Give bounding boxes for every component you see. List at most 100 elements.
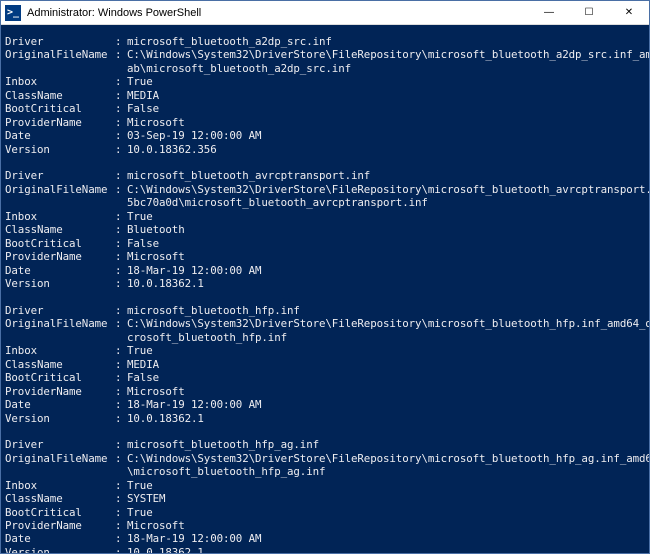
field-value: Microsoft bbox=[127, 519, 645, 532]
output-row: Version: 10.0.18362.1 bbox=[5, 546, 645, 553]
field-value: 10.0.18362.1 bbox=[127, 412, 645, 425]
maximize-button[interactable]: ☐ bbox=[569, 1, 609, 25]
output-row: Version: 10.0.18362.1 bbox=[5, 277, 645, 290]
field-key: Driver bbox=[5, 438, 115, 451]
field-value: 03-Sep-19 12:00:00 AM bbox=[127, 129, 645, 142]
output-row: Inbox: True bbox=[5, 210, 645, 223]
output-row: BootCritical: False bbox=[5, 102, 645, 115]
field-key: Date bbox=[5, 264, 115, 277]
field-key: ProviderName bbox=[5, 250, 115, 263]
field-key: Version bbox=[5, 277, 115, 290]
field-value: 10.0.18362.356 bbox=[127, 143, 645, 156]
output-row: ProviderName: Microsoft bbox=[5, 519, 645, 532]
field-key: BootCritical bbox=[5, 237, 115, 250]
field-key: BootCritical bbox=[5, 102, 115, 115]
output-row: OriginalFileName: C:\Windows\System32\Dr… bbox=[5, 452, 645, 465]
output-row: Driver: microsoft_bluetooth_avrcptranspo… bbox=[5, 169, 645, 182]
field-value: 18-Mar-19 12:00:00 AM bbox=[127, 264, 645, 277]
field-value: microsoft_bluetooth_hfp.inf bbox=[127, 304, 645, 317]
field-value: C:\Windows\System32\DriverStore\FileRepo… bbox=[127, 317, 649, 330]
output-row: OriginalFileName: C:\Windows\System32\Dr… bbox=[5, 317, 645, 330]
output-row: Date: 18-Mar-19 12:00:00 AM bbox=[5, 398, 645, 411]
field-key: ClassName bbox=[5, 89, 115, 102]
output-row: ProviderName: Microsoft bbox=[5, 250, 645, 263]
field-key: Inbox bbox=[5, 344, 115, 357]
field-value: 18-Mar-19 12:00:00 AM bbox=[127, 398, 645, 411]
output-continuation: 5bc70a0d\microsoft_bluetooth_avrcptransp… bbox=[5, 196, 645, 209]
driver-entry: Driver: microsoft_bluetooth_hfp_ag.infOr… bbox=[5, 438, 645, 553]
field-value: microsoft_bluetooth_hfp_ag.inf bbox=[127, 438, 645, 451]
driver-entry: Driver: microsoft_bluetooth_avrcptranspo… bbox=[5, 169, 645, 290]
output-row: Driver: microsoft_bluetooth_a2dp_src.inf bbox=[5, 35, 645, 48]
field-key: Inbox bbox=[5, 479, 115, 492]
field-value: SYSTEM bbox=[127, 492, 645, 505]
field-value: 10.0.18362.1 bbox=[127, 546, 645, 553]
field-value: Microsoft bbox=[127, 250, 645, 263]
powershell-window: >_ Administrator: Windows PowerShell — ☐… bbox=[0, 0, 650, 554]
titlebar[interactable]: >_ Administrator: Windows PowerShell — ☐… bbox=[1, 1, 649, 25]
field-key: ClassName bbox=[5, 223, 115, 236]
output-row: Date: 18-Mar-19 12:00:00 AM bbox=[5, 532, 645, 545]
field-key: BootCritical bbox=[5, 506, 115, 519]
field-key: OriginalFileName bbox=[5, 48, 115, 61]
output-row: Inbox: True bbox=[5, 344, 645, 357]
output-row: OriginalFileName: C:\Windows\System32\Dr… bbox=[5, 183, 645, 196]
field-key: ProviderName bbox=[5, 385, 115, 398]
output-continuation: \microsoft_bluetooth_hfp_ag.inf bbox=[5, 465, 645, 478]
field-value: False bbox=[127, 237, 645, 250]
output-row: ProviderName: Microsoft bbox=[5, 385, 645, 398]
field-value: 10.0.18362.1 bbox=[127, 277, 645, 290]
field-value: C:\Windows\System32\DriverStore\FileRepo… bbox=[127, 183, 649, 196]
output-row: BootCritical: True bbox=[5, 506, 645, 519]
output-row: Driver: microsoft_bluetooth_hfp.inf bbox=[5, 304, 645, 317]
output-row: ClassName: Bluetooth bbox=[5, 223, 645, 236]
output-continuation: crosoft_bluetooth_hfp.inf bbox=[5, 331, 645, 344]
field-value: True bbox=[127, 344, 645, 357]
field-value: False bbox=[127, 371, 645, 384]
output-row: Date: 03-Sep-19 12:00:00 AM bbox=[5, 129, 645, 142]
field-key: BootCritical bbox=[5, 371, 115, 384]
output-row: BootCritical: False bbox=[5, 371, 645, 384]
field-value: microsoft_bluetooth_avrcptransport.inf bbox=[127, 169, 645, 182]
field-value: C:\Windows\System32\DriverStore\FileRepo… bbox=[127, 48, 649, 61]
window-title: Administrator: Windows PowerShell bbox=[27, 7, 529, 19]
field-key: ProviderName bbox=[5, 116, 115, 129]
field-key: OriginalFileName bbox=[5, 452, 115, 465]
driver-entry: Driver: microsoft_bluetooth_a2dp_src.inf… bbox=[5, 35, 645, 156]
field-value: Microsoft bbox=[127, 385, 645, 398]
field-key: Driver bbox=[5, 169, 115, 182]
field-key: OriginalFileName bbox=[5, 183, 115, 196]
driver-entry: Driver: microsoft_bluetooth_hfp.infOrigi… bbox=[5, 304, 645, 425]
field-value: True bbox=[127, 210, 645, 223]
output-row: Version: 10.0.18362.1 bbox=[5, 412, 645, 425]
output-row: Driver: microsoft_bluetooth_hfp_ag.inf bbox=[5, 438, 645, 451]
output-row: ClassName: SYSTEM bbox=[5, 492, 645, 505]
output-row: OriginalFileName: C:\Windows\System32\Dr… bbox=[5, 48, 645, 61]
powershell-icon: >_ bbox=[5, 5, 21, 21]
field-value: True bbox=[127, 75, 645, 88]
field-key: Date bbox=[5, 532, 115, 545]
console-output[interactable]: Driver: microsoft_bluetooth_a2dp_src.inf… bbox=[1, 25, 649, 553]
output-continuation: ab\microsoft_bluetooth_a2dp_src.inf bbox=[5, 62, 645, 75]
field-value: C:\Windows\System32\DriverStore\FileRepo… bbox=[127, 452, 649, 465]
field-key: ProviderName bbox=[5, 519, 115, 532]
field-key: ClassName bbox=[5, 492, 115, 505]
field-key: Version bbox=[5, 412, 115, 425]
close-button[interactable]: ✕ bbox=[609, 1, 649, 25]
output-row: ProviderName: Microsoft bbox=[5, 116, 645, 129]
field-value: True bbox=[127, 506, 645, 519]
field-key: OriginalFileName bbox=[5, 317, 115, 330]
field-key: Driver bbox=[5, 35, 115, 48]
field-key: Inbox bbox=[5, 210, 115, 223]
field-value: MEDIA bbox=[127, 89, 645, 102]
output-row: Version: 10.0.18362.356 bbox=[5, 143, 645, 156]
field-value: microsoft_bluetooth_a2dp_src.inf bbox=[127, 35, 645, 48]
field-key: Inbox bbox=[5, 75, 115, 88]
minimize-button[interactable]: — bbox=[529, 1, 569, 25]
output-row: Date: 18-Mar-19 12:00:00 AM bbox=[5, 264, 645, 277]
output-row: BootCritical: False bbox=[5, 237, 645, 250]
window-controls: — ☐ ✕ bbox=[529, 1, 649, 25]
field-key: Date bbox=[5, 129, 115, 142]
field-value: Bluetooth bbox=[127, 223, 645, 236]
output-row: ClassName: MEDIA bbox=[5, 358, 645, 371]
